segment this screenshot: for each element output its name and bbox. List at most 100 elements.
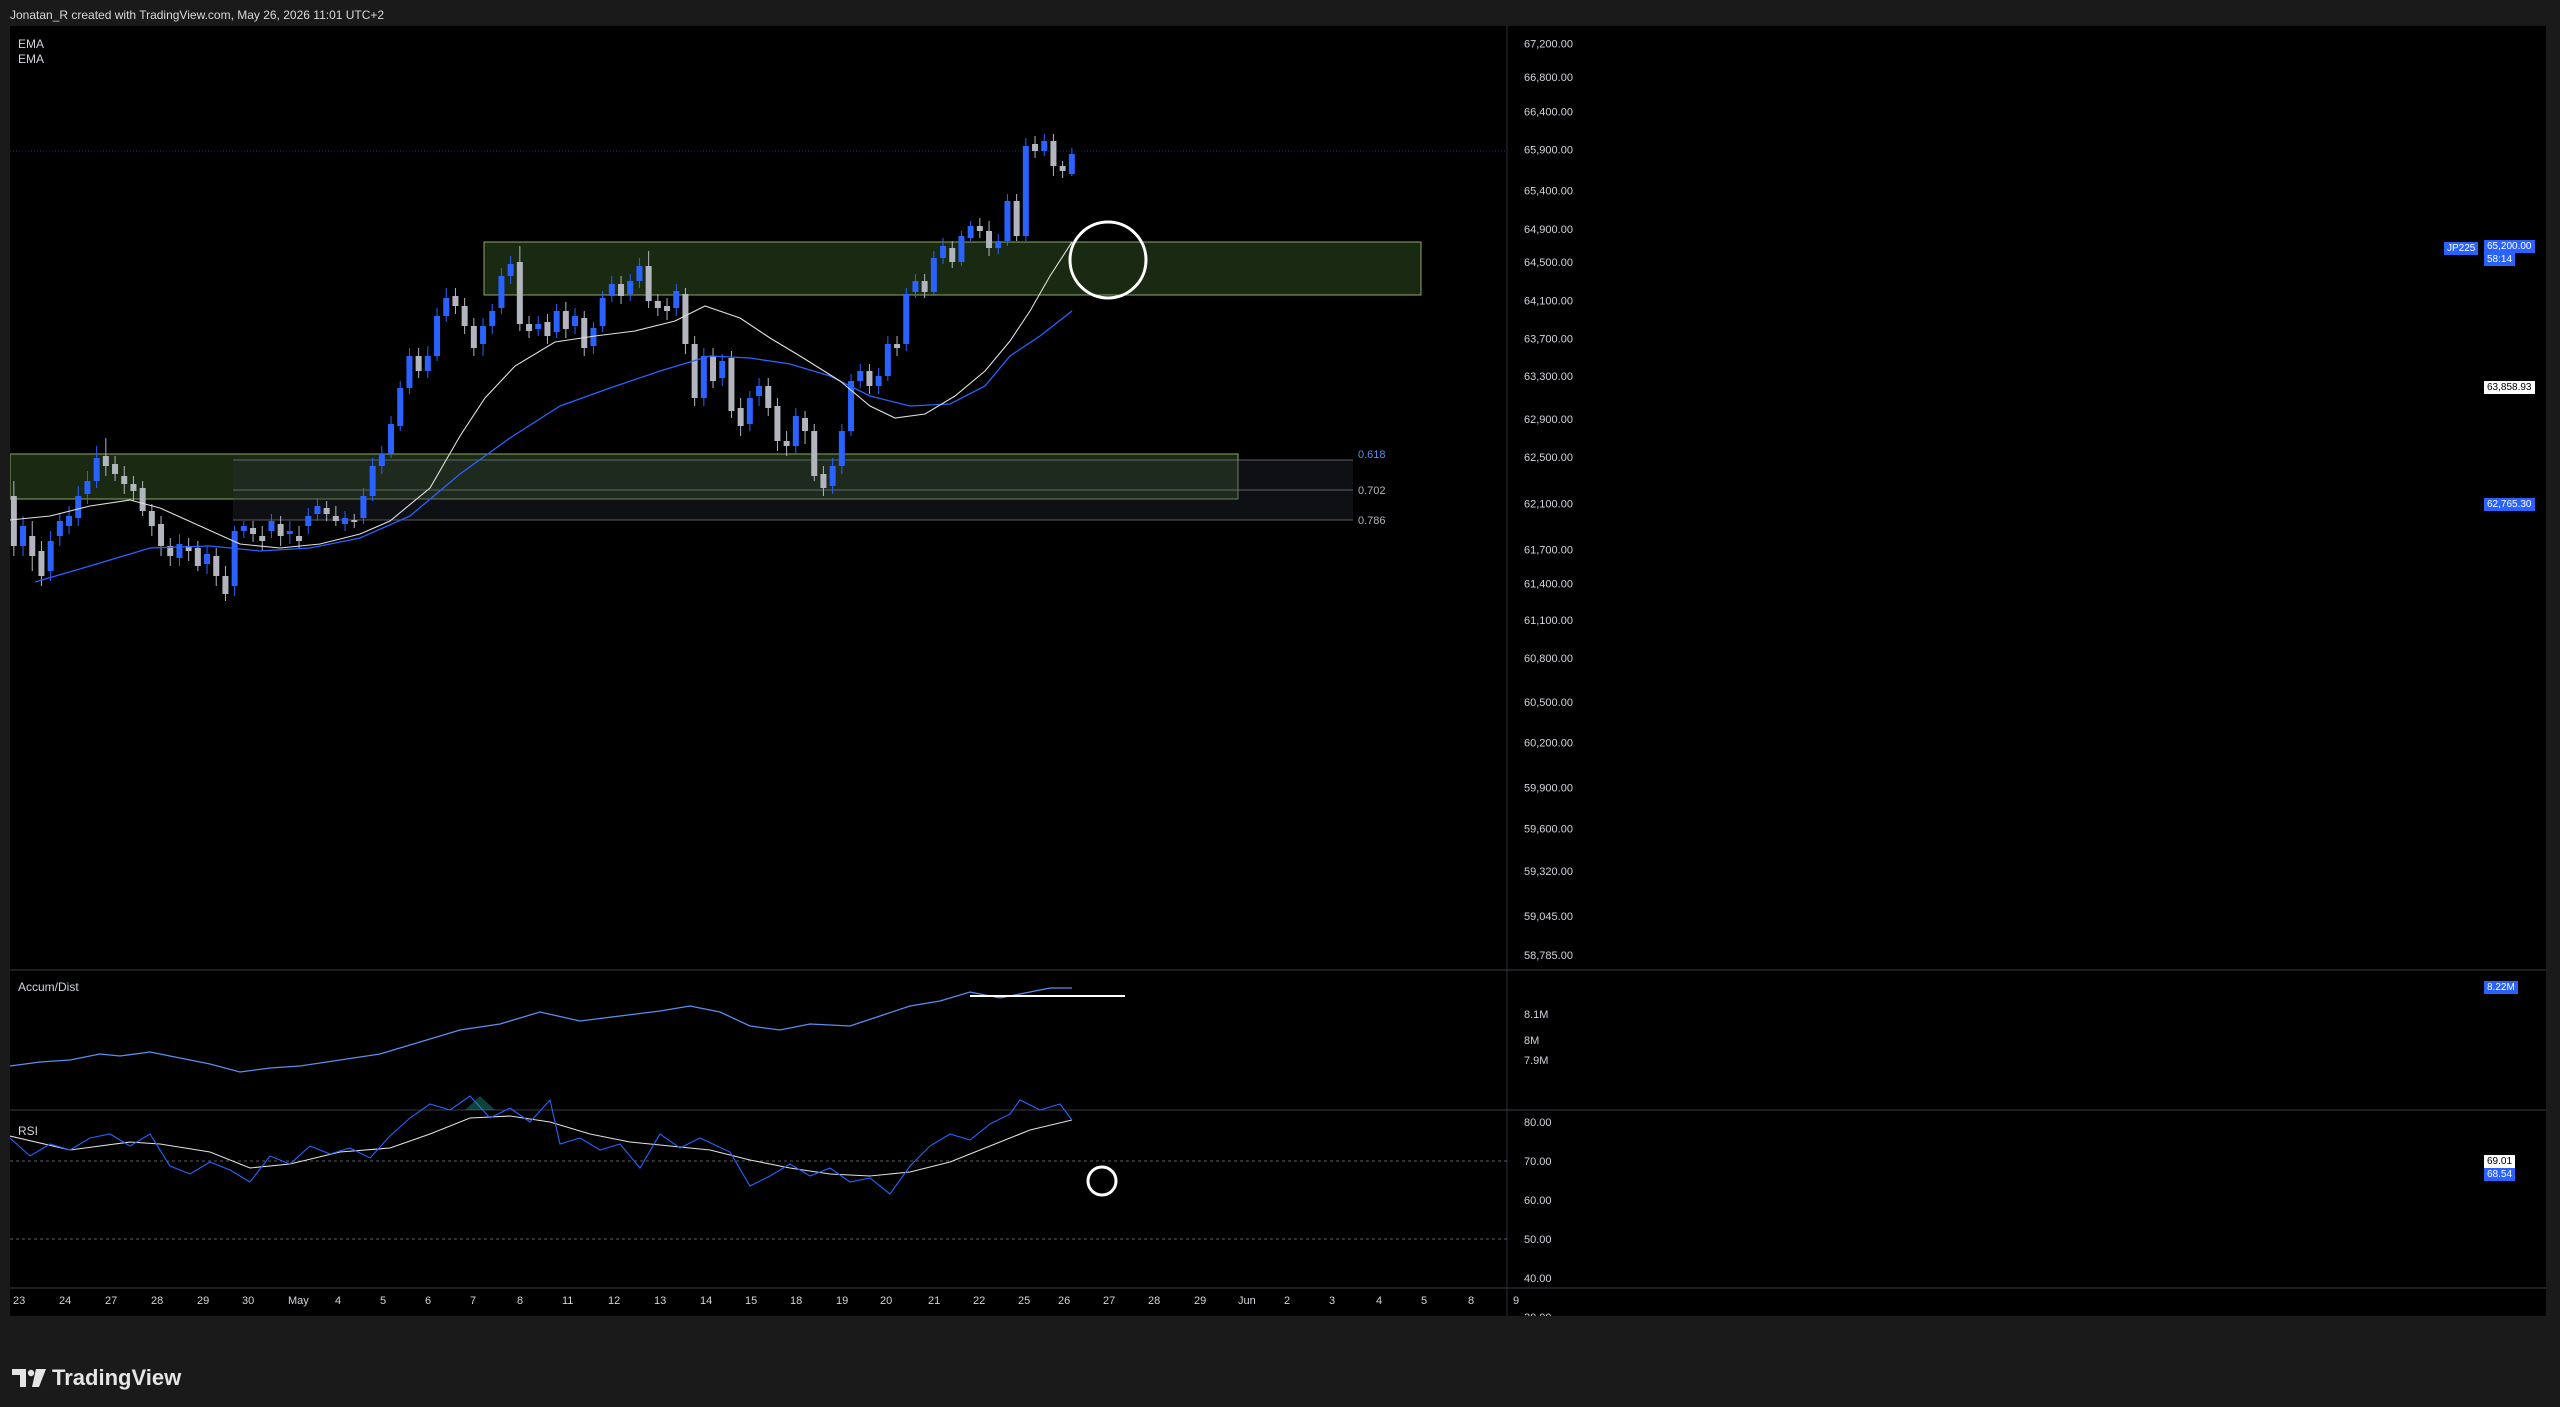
price-axis-label: 59,600.00 [1524,824,1573,836]
candle-body [66,516,73,526]
candle-body [682,294,689,344]
chart-frame[interactable]: 67,200.00 66,800.00 66,400.00 65,900.00 65,4… [10,26,2546,1316]
price-axis-label: 63,300.00 [1524,371,1573,383]
fib-level-label: 0.618 [1358,449,1386,461]
candle-body [719,361,726,378]
time-axis-label: 9 [1513,1295,1519,1307]
candle-body [461,306,468,326]
candle-body [958,236,965,262]
candle-body [1004,201,1011,241]
price-axis-label: 63,700.00 [1524,334,1573,346]
candle-body [194,548,201,566]
price-axis-label: 60,500.00 [1524,697,1573,709]
chart-canvas[interactable]: 67,200.00 66,800.00 66,400.00 65,900.00 65,4… [10,26,2546,1316]
rsi-axis-label: 70.00 [1524,1156,1552,1168]
candle-body [470,326,477,348]
rsi-signal-line [10,1115,1073,1177]
price-axis-label: 61,400.00 [1524,579,1573,591]
price-axis-label: 61,700.00 [1524,544,1573,556]
candle-body [608,284,615,296]
time-axis-label: 7 [470,1295,476,1307]
price-axis-label: 62,500.00 [1524,452,1573,464]
candle-body [10,496,17,546]
candle-body [176,544,183,558]
attribution-text: Jonatan_R created with TradingView.com, … [10,8,385,22]
candle-body [406,356,413,388]
price-axis-label: 58,785.00 [1524,950,1573,962]
tradingview-logo-icon [12,1369,46,1387]
accum-dist-legend[interactable]: Accum/Dist [18,980,79,994]
candle-body [599,298,606,326]
candle-body [158,524,165,546]
time-axis-label: 13 [654,1295,666,1307]
candle-body [323,508,330,514]
candle-body [792,416,799,446]
price-axis-label: 61,100.00 [1524,615,1573,627]
candle-body [700,356,707,398]
price-axis-label: 65,900.00 [1524,144,1573,156]
candle-body [480,326,487,344]
candle-body [654,301,661,308]
candle-body [434,316,441,356]
symbol-tag: JP225 [2444,242,2479,255]
candle-body [397,388,404,426]
tradingview-brand[interactable]: TradingView [12,1365,181,1391]
candle-body [148,511,155,526]
ema-fast-legend[interactable]: EMA [18,37,44,51]
ema-slow-legend[interactable]: EMA [18,52,44,66]
candle-body [498,276,505,308]
accum-value-tag: 8.22M [2484,981,2518,994]
price-axis-label: 59,900.00 [1524,782,1573,794]
price-axis-label: 59,320.00 [1524,866,1573,878]
price-axis-label: 60,800.00 [1524,653,1573,665]
price-axis-label: 59,045.00 [1524,911,1573,923]
candle-body [204,554,211,564]
time-axis-label: 27 [105,1295,117,1307]
rsi-legend[interactable]: RSI [18,1124,38,1138]
candle-body [746,398,753,424]
time-axis-label: 29 [1194,1295,1206,1307]
rsi-overbought-fill [465,1096,495,1110]
candle-body [213,556,220,576]
candle-body [112,464,119,474]
candle-body [268,521,275,531]
time-axis-label: 25 [1018,1295,1030,1307]
time-axis: 23 24 27 28 29 30 May 4 5 6 7 8 11 12 13 14 15 18 19 20 21 22… [13,1295,1519,1307]
candle-body [443,298,450,316]
rsi-sma-tag: 69.01 [2484,1155,2516,1168]
candle-body [912,281,919,292]
candle-body [664,306,671,311]
last-price-tag: 65,200.00 [2484,240,2535,253]
time-axis-label: 30 [242,1295,254,1307]
time-axis-label: 26 [1058,1295,1070,1307]
candle-body [903,294,910,344]
rsi-value-tag: 68.54 [2484,1168,2516,1181]
candle-body [636,266,643,281]
candle-body [489,311,496,326]
candle-body [967,226,974,238]
candle-body [1068,154,1075,174]
candle-body [875,376,882,386]
candle-body [277,524,284,536]
candle-body [1013,201,1020,236]
time-axis-label: 4 [1376,1295,1382,1307]
candle-body [535,324,542,329]
candle-body [774,406,781,441]
candle-body [986,231,993,248]
candle-body [921,281,928,292]
time-axis-label: 8 [517,1295,523,1307]
candle-body [940,246,947,258]
time-axis-label: 5 [380,1295,386,1307]
time-axis-label: 28 [151,1295,163,1307]
candle-body [93,458,100,481]
time-axis-label: 23 [13,1295,25,1307]
candle-body [250,528,257,534]
time-axis-label: May [288,1295,309,1307]
candle-body [240,526,247,531]
candle-body [691,344,698,398]
candle-body [1059,166,1066,171]
rsi-axis-label: 50.00 [1524,1234,1552,1246]
price-axis-label: 64,500.00 [1524,257,1573,269]
time-axis-label: 11 [562,1295,573,1307]
candle-body [1050,141,1057,166]
